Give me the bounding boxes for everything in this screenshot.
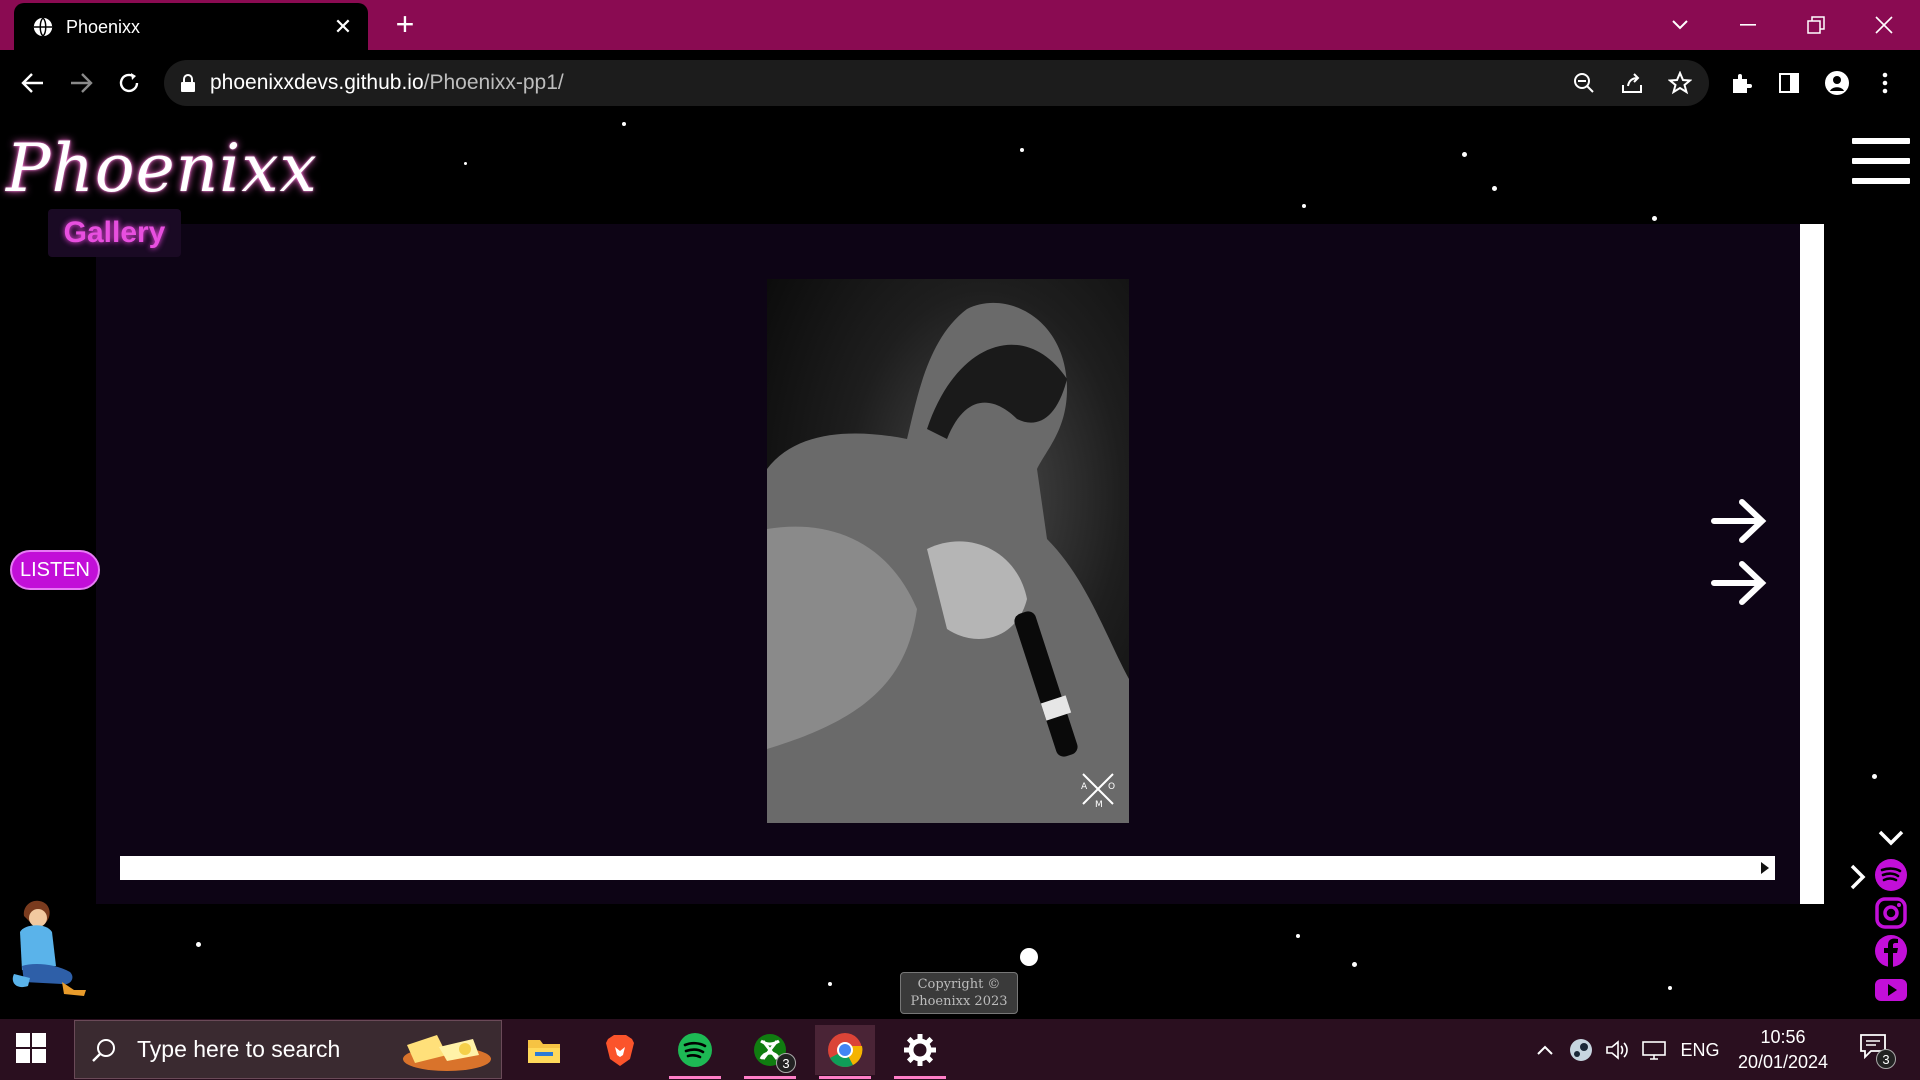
- gallery-horizontal-scrollbar[interactable]: [120, 856, 1775, 880]
- search-placeholder: Type here to search: [137, 1036, 341, 1062]
- chrome-app-icon[interactable]: [815, 1025, 875, 1079]
- xbox-app-icon[interactable]: 3: [740, 1025, 800, 1079]
- youtube-icon[interactable]: [1874, 972, 1908, 1006]
- minimize-button[interactable]: [1728, 8, 1768, 42]
- language-indicator[interactable]: ENG: [1678, 1037, 1722, 1063]
- copyright-line-2: Phoenixx 2023: [910, 994, 1008, 1009]
- svg-text:A: A: [1081, 782, 1088, 792]
- network-icon[interactable]: [1640, 1037, 1668, 1063]
- search-highlight-illustration: [403, 1035, 491, 1071]
- notification-count-badge: 3: [1876, 1049, 1896, 1069]
- collapse-chevron-icon[interactable]: [1874, 822, 1908, 856]
- steam-tray-icon[interactable]: [1568, 1037, 1594, 1063]
- clock-time: 10:56: [1760, 1027, 1806, 1047]
- hamburger-menu-icon[interactable]: [1852, 138, 1910, 190]
- spotify-icon[interactable]: [1874, 858, 1908, 892]
- lock-icon: [181, 74, 195, 92]
- spotify-app-icon[interactable]: [665, 1025, 725, 1079]
- show-hidden-icons-chevron[interactable]: [1532, 1037, 1558, 1063]
- clock-date: 20/01/2024: [1737, 1052, 1829, 1072]
- windows-start-icon[interactable]: [16, 1033, 48, 1065]
- file-explorer-icon[interactable]: [514, 1025, 574, 1075]
- performer-silhouette: A O M: [767, 302, 1129, 823]
- browser-tab-strip: Phoenixx ✕ +: [0, 0, 1920, 51]
- settings-gear-icon[interactable]: [890, 1025, 950, 1079]
- url-bar[interactable]: phoenixxdevs.github.io/Phoenixx-pp1/: [164, 60, 1709, 106]
- forward-button[interactable]: [64, 66, 98, 100]
- address-bar-row: phoenixxdevs.github.io/Phoenixx-pp1/: [0, 50, 1920, 117]
- back-button[interactable]: [16, 66, 50, 100]
- profile-icon[interactable]: [1822, 68, 1852, 98]
- scroll-right-arrow-icon[interactable]: [1761, 862, 1769, 874]
- brave-browser-icon[interactable]: [590, 1025, 650, 1075]
- windows-taskbar: Type here to search 3 ENG 10:56 20/01/20…: [0, 1019, 1920, 1080]
- extensions-icon[interactable]: [1726, 68, 1756, 98]
- next-arrow-icon[interactable]: [1710, 558, 1768, 608]
- next-arrow-icon[interactable]: [1710, 496, 1768, 546]
- tab-search-chevron-icon[interactable]: [1660, 8, 1700, 42]
- sitting-character-illustration: [12, 900, 86, 996]
- instagram-icon[interactable]: [1874, 896, 1908, 930]
- gallery-photo: A O M: [767, 279, 1129, 823]
- listen-button[interactable]: LISTEN: [10, 550, 100, 590]
- new-tab-button[interactable]: +: [390, 8, 420, 40]
- url-path: /Phoenixx-pp1/: [423, 71, 564, 94]
- restore-button[interactable]: [1796, 8, 1836, 42]
- copyright-line-1: Copyright ©: [917, 977, 1001, 992]
- browser-menu-icon[interactable]: [1870, 68, 1900, 98]
- webpage: Phoenixx Gallery A O M LISTEN Copyright …: [0, 116, 1920, 1019]
- tab-title: Phoenixx: [66, 16, 141, 37]
- volume-icon[interactable]: [1604, 1037, 1630, 1063]
- zoom-out-icon[interactable]: [1569, 68, 1599, 98]
- url-text: phoenixxdevs.github.io/Phoenixx-pp1/: [210, 71, 564, 95]
- copyright-notice: Copyright © Phoenixx 2023: [900, 972, 1018, 1014]
- svg-text:O: O: [1108, 782, 1115, 792]
- url-host: phoenixxdevs.github.io: [210, 71, 424, 94]
- close-tab-icon[interactable]: ✕: [328, 12, 358, 42]
- notifications-icon[interactable]: 3: [1856, 1033, 1896, 1069]
- facebook-icon[interactable]: [1874, 934, 1908, 968]
- browser-tab[interactable]: Phoenixx ✕: [14, 3, 368, 51]
- taskbar-search-box[interactable]: Type here to search: [74, 1020, 502, 1079]
- side-panel-icon[interactable]: [1774, 68, 1804, 98]
- reload-button[interactable]: [112, 66, 146, 100]
- bookmark-star-icon[interactable]: [1665, 68, 1695, 98]
- gallery-section-label: Gallery: [48, 209, 181, 257]
- share-icon[interactable]: [1617, 68, 1647, 98]
- svg-text:M: M: [1095, 800, 1103, 810]
- expand-chevron-icon[interactable]: [1840, 860, 1874, 894]
- globe-icon: [33, 17, 53, 37]
- site-logo[interactable]: Phoenixx: [6, 130, 318, 207]
- taskbar-clock[interactable]: 10:56 20/01/2024: [1728, 1025, 1838, 1075]
- search-icon: [92, 1038, 115, 1062]
- close-window-button[interactable]: [1864, 8, 1904, 42]
- gallery-vertical-scrollbar[interactable]: [1800, 224, 1824, 904]
- xbox-notification-badge: 3: [776, 1053, 796, 1073]
